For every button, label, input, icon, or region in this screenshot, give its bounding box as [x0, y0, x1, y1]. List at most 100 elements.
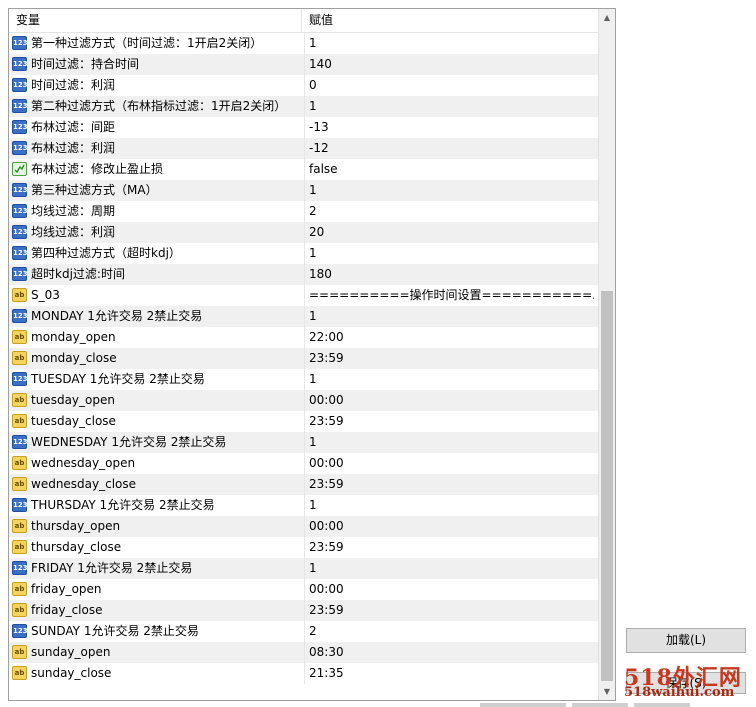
numeric-param-icon: 123 [12, 246, 28, 260]
column-separator [304, 390, 305, 411]
column-separator [304, 243, 305, 264]
table-row[interactable]: ab friday_close 23:59 [9, 600, 599, 621]
param-value[interactable]: -12 [309, 138, 594, 159]
string-param-icon: ab [12, 351, 27, 365]
param-value[interactable]: 1 [309, 306, 594, 327]
table-row[interactable]: 123 均线过滤：周期 2 [9, 201, 599, 222]
table-row[interactable]: ab monday_close 23:59 [9, 348, 599, 369]
param-value[interactable]: 0 [309, 75, 594, 96]
table-row[interactable]: 123 时间过滤：持合时间 140 [9, 54, 599, 75]
scroll-up-arrow-icon[interactable]: ▲ [599, 9, 615, 26]
table-row[interactable]: ab thursday_close 23:59 [9, 537, 599, 558]
param-value[interactable]: 00:00 [309, 453, 594, 474]
string-param-icon: ab [12, 603, 27, 617]
table-row[interactable]: 123 超时kdj过滤:时间 180 [9, 264, 599, 285]
param-value[interactable]: ==========操作时间设置===========... [309, 285, 594, 306]
param-value[interactable]: 23:59 [309, 411, 594, 432]
column-separator [304, 348, 305, 369]
param-value[interactable]: 23:59 [309, 537, 594, 558]
param-value[interactable]: 21:35 [309, 663, 594, 684]
param-value[interactable]: 22:00 [309, 327, 594, 348]
param-value[interactable]: -13 [309, 117, 594, 138]
param-name: 均线过滤：利润 [31, 225, 116, 239]
numeric-param-icon: 123 [12, 498, 28, 512]
table-row[interactable]: 布林过滤：修改止盈止损 false [9, 159, 599, 180]
column-separator [304, 159, 305, 180]
column-header-variable[interactable]: 变量 [16, 9, 302, 32]
param-value[interactable]: 23:59 [309, 600, 594, 621]
table-row[interactable]: 123 第三种过滤方式（MA） 1 [9, 180, 599, 201]
param-value[interactable]: 1 [309, 558, 594, 579]
param-value[interactable]: 23:59 [309, 474, 594, 495]
param-value[interactable]: 180 [309, 264, 594, 285]
table-row[interactable]: 123 FRIDAY 1允许交易 2禁止交易 1 [9, 558, 599, 579]
column-header-value[interactable]: 赋值 [309, 9, 333, 32]
table-row[interactable]: 123 第二种过滤方式（布林指标过滤：1开启2关闭） 1 [9, 96, 599, 117]
table-row[interactable]: 123 均线过滤：利润 20 [9, 222, 599, 243]
numeric-param-icon: 123 [12, 99, 28, 113]
table-row[interactable]: 123 布林过滤：间距 -13 [9, 117, 599, 138]
param-value[interactable]: 00:00 [309, 579, 594, 600]
table-row[interactable]: 123 MONDAY 1允许交易 2禁止交易 1 [9, 306, 599, 327]
column-separator [304, 600, 305, 621]
param-value[interactable]: 00:00 [309, 390, 594, 411]
param-value[interactable]: 2 [309, 201, 594, 222]
column-separator [304, 201, 305, 222]
param-value[interactable]: 140 [309, 54, 594, 75]
table-row[interactable]: 123 布林过滤：利润 -12 [9, 138, 599, 159]
column-separator [304, 621, 305, 642]
param-name: sunday_close [31, 666, 112, 680]
scroll-down-arrow-icon[interactable]: ▼ [599, 683, 615, 700]
table-row[interactable]: 123 第一种过滤方式（时间过滤：1开启2关闭） 1 [9, 33, 599, 54]
table-row[interactable]: ab wednesday_close 23:59 [9, 474, 599, 495]
table-row[interactable]: ab wednesday_open 00:00 [9, 453, 599, 474]
param-name: 时间过滤：利润 [31, 78, 116, 92]
param-value[interactable]: 08:30 [309, 642, 594, 663]
param-name: 布林过滤：修改止盈止损 [31, 162, 164, 176]
table-row[interactable]: ab sunday_close 21:35 [9, 663, 599, 684]
table-row[interactable]: ab tuesday_open 00:00 [9, 390, 599, 411]
table-row[interactable]: ab sunday_open 08:30 [9, 642, 599, 663]
param-name: SUNDAY 1允许交易 2禁止交易 [31, 624, 199, 638]
param-value[interactable]: 1 [309, 243, 594, 264]
table-row[interactable]: ab monday_open 22:00 [9, 327, 599, 348]
numeric-param-icon: 123 [12, 309, 28, 323]
column-separator [304, 54, 305, 75]
param-value[interactable]: 1 [309, 96, 594, 117]
param-value[interactable]: false [309, 159, 594, 180]
table-row[interactable]: 123 时间过滤：利润 0 [9, 75, 599, 96]
param-value[interactable]: 23:59 [309, 348, 594, 369]
string-param-icon: ab [12, 519, 27, 533]
param-name: friday_close [31, 603, 103, 617]
column-separator [304, 411, 305, 432]
string-param-icon: ab [12, 288, 27, 302]
column-separator [304, 138, 305, 159]
table-row[interactable]: ab thursday_open 00:00 [9, 516, 599, 537]
numeric-param-icon: 123 [12, 183, 28, 197]
table-row[interactable]: ab tuesday_close 23:59 [9, 411, 599, 432]
param-value[interactable]: 1 [309, 432, 594, 453]
param-value[interactable]: 00:00 [309, 516, 594, 537]
param-name: TUESDAY 1允许交易 2禁止交易 [31, 372, 205, 386]
param-value[interactable]: 1 [309, 33, 594, 54]
load-button[interactable]: 加载(L) [626, 628, 746, 653]
table-row[interactable]: 123 第四种过滤方式（超时kdj） 1 [9, 243, 599, 264]
param-value[interactable]: 1 [309, 180, 594, 201]
column-separator [304, 117, 305, 138]
scrollbar-thumb[interactable] [601, 291, 613, 681]
table-row[interactable]: 123 TUESDAY 1允许交易 2禁止交易 1 [9, 369, 599, 390]
param-value[interactable]: 1 [309, 369, 594, 390]
param-value[interactable]: 1 [309, 495, 594, 516]
table-row[interactable]: 123 SUNDAY 1允许交易 2禁止交易 2 [9, 621, 599, 642]
param-value[interactable]: 20 [309, 222, 594, 243]
param-value[interactable]: 2 [309, 621, 594, 642]
vertical-scrollbar[interactable]: ▲ ▼ [598, 9, 615, 700]
table-row[interactable]: ab S_03 ==========操作时间设置===========... [9, 285, 599, 306]
numeric-param-icon: 123 [12, 561, 28, 575]
table-row[interactable]: 123 WEDNESDAY 1允许交易 2禁止交易 1 [9, 432, 599, 453]
numeric-param-icon: 123 [12, 435, 28, 449]
table-row[interactable]: ab friday_open 00:00 [9, 579, 599, 600]
column-separator [304, 33, 305, 54]
table-row[interactable]: 123 THURSDAY 1允许交易 2禁止交易 1 [9, 495, 599, 516]
column-separator [304, 180, 305, 201]
